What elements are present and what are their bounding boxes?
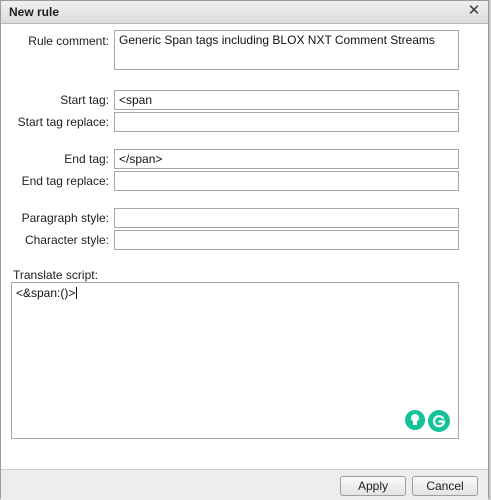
end-tag-label: End tag: [64, 152, 109, 166]
dialog-body: Rule comment: Generic Span tags includin… [1, 24, 488, 469]
start-tag-replace-label: Start tag replace: [17, 115, 109, 129]
translate-script-editor[interactable]: <&span:()> [11, 282, 459, 439]
rule-comment-field[interactable]: Generic Span tags including BLOX NXT Com… [114, 30, 459, 70]
translate-script-label: Translate script: [13, 268, 98, 282]
paragraph-style-label: Paragraph style: [21, 211, 109, 225]
end-tag-replace-label: End tag replace: [21, 174, 109, 188]
new-rule-dialog: New rule ✕ Rule comment: Generic Span ta… [0, 0, 489, 500]
apply-button[interactable]: Apply [340, 476, 406, 496]
end-tag-replace-field[interactable] [114, 171, 459, 191]
grammarly-g-icon[interactable] [428, 410, 450, 432]
lightbulb-icon[interactable] [405, 410, 425, 430]
start-tag-field[interactable]: <span [114, 90, 459, 110]
translate-script-text: <&span:()> [16, 286, 76, 300]
writing-assistant [405, 410, 450, 432]
start-tag-replace-field[interactable] [114, 112, 459, 132]
character-style-label: Character style: [24, 233, 109, 247]
rule-comment-label: Rule comment: [28, 34, 109, 48]
title-bar[interactable]: New rule ✕ [1, 1, 488, 24]
start-tag-label: Start tag: [60, 93, 109, 107]
character-style-field[interactable] [114, 230, 459, 250]
end-tag-field[interactable]: </span> [114, 149, 459, 169]
paragraph-style-field[interactable] [114, 208, 459, 228]
text-caret [76, 287, 78, 299]
cancel-button[interactable]: Cancel [412, 476, 478, 496]
dialog-title: New rule [9, 5, 60, 19]
close-icon[interactable]: ✕ [466, 3, 482, 19]
dialog-footer: Apply Cancel [1, 469, 488, 500]
